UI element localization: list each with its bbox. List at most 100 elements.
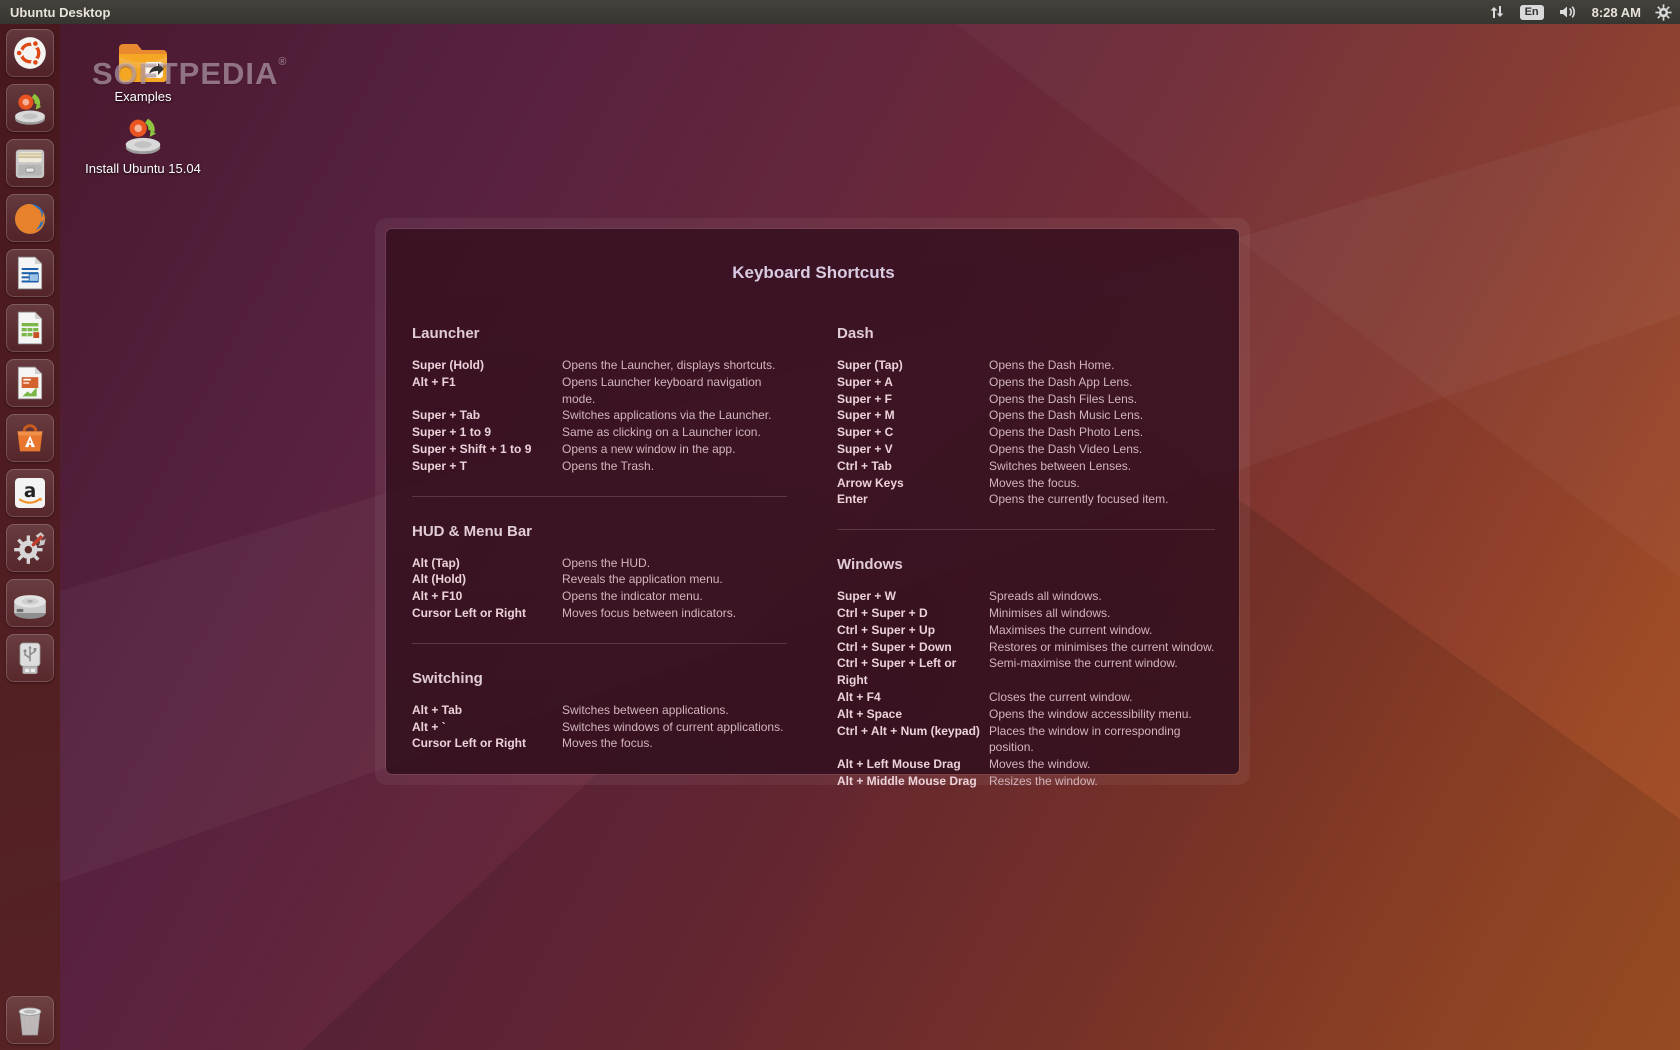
shortcut-key: Ctrl + Super + Down <box>837 639 989 656</box>
trash-icon <box>10 1000 50 1040</box>
shortcut-description: Switches between applications. <box>562 702 729 719</box>
launcher-item-libreoffice-impress[interactable] <box>6 359 54 407</box>
shortcut-description: Switches windows of current applications… <box>562 719 783 736</box>
shortcut-key: Super + T <box>412 458 562 475</box>
shortcut-description: Opens the window accessibility menu. <box>989 706 1192 723</box>
shortcut-key: Super + A <box>837 374 989 391</box>
shortcut-description: Moves the focus. <box>562 735 653 752</box>
shortcut-row: Super + MOpens the Dash Music Lens. <box>837 407 1215 424</box>
shortcut-description: Opens the Dash Home. <box>989 357 1114 374</box>
shortcut-row: Ctrl + Super + DMinimises all windows. <box>837 605 1215 622</box>
section-heading-launcher: Launcher <box>412 325 787 342</box>
harddisk-icon <box>10 583 50 623</box>
ubuntu-logo-icon <box>10 33 50 73</box>
launcher-item-usb-drive[interactable] <box>6 634 54 682</box>
shortcut-key: Super + W <box>837 588 989 605</box>
top-panel: Ubuntu Desktop En 8:28 AM <box>0 0 1680 24</box>
shortcut-key: Super + 1 to 9 <box>412 424 562 441</box>
launcher-item-libreoffice-writer[interactable] <box>6 249 54 297</box>
writer-icon <box>10 253 50 293</box>
shortcut-description: Opens the Launcher, displays shortcuts. <box>562 357 775 374</box>
installer-disk-icon <box>10 88 50 128</box>
shortcut-key: Alt + Tab <box>412 702 562 719</box>
shortcut-key: Super + Shift + 1 to 9 <box>412 441 562 458</box>
shortcut-row: Alt + F4Closes the current window. <box>837 689 1215 706</box>
network-arrows-icon[interactable] <box>1488 4 1506 20</box>
shortcut-key: Alt (Tap) <box>412 555 562 572</box>
shortcut-row: Cursor Left or RightMoves focus between … <box>412 605 787 622</box>
shortcut-key: Super + Tab <box>412 407 562 424</box>
desktop-icon-label: Install Ubuntu 15.04 <box>78 161 208 176</box>
section-divider <box>412 496 787 497</box>
keyboard-layout-indicator[interactable]: En <box>1520 5 1544 20</box>
shortcut-description: Semi-maximise the current window. <box>989 655 1178 689</box>
launcher-item-libreoffice-calc[interactable] <box>6 304 54 352</box>
session-gear-icon[interactable] <box>1655 4 1672 21</box>
launcher-item-dash-home[interactable] <box>6 29 54 77</box>
launcher-item-software-center[interactable] <box>6 414 54 462</box>
shortcut-row: Arrow KeysMoves the focus. <box>837 475 1215 492</box>
shortcut-description: Opens Launcher keyboard navigation mode. <box>562 374 787 408</box>
shortcut-row: EnterOpens the currently focused item. <box>837 491 1215 508</box>
desktop-icon-install-ubuntu[interactable]: Install Ubuntu 15.04 <box>78 112 208 176</box>
shortcut-key: Ctrl + Super + Left or Right <box>837 655 989 689</box>
shortcuts-column-left: Launcher Super (Hold)Opens the Launcher, … <box>412 325 787 790</box>
calc-icon <box>10 308 50 348</box>
desktop-icon-examples[interactable]: Examples <box>78 40 208 104</box>
launcher-item-hard-disk[interactable] <box>6 579 54 627</box>
shortcut-description: Switches applications via the Launcher. <box>562 407 771 424</box>
shortcut-description: Opens the Trash. <box>562 458 654 475</box>
shortcut-row: Alt + F10Opens the indicator menu. <box>412 588 787 605</box>
file-cabinet-icon <box>10 143 50 183</box>
shortcut-description: Maximises the current window. <box>989 622 1152 639</box>
shortcut-row: Alt + `Switches windows of current appli… <box>412 719 787 736</box>
keyboard-shortcuts-dialog: Keyboard Shortcuts LauncherSuper (Hold)O… <box>386 229 1239 774</box>
shortcut-row: Alt + Left Mouse DragMoves the window. <box>837 756 1215 773</box>
shortcut-key: Cursor Left or Right <box>412 735 562 752</box>
folder-link-icon <box>78 40 208 86</box>
shortcut-row: Super + COpens the Dash Photo Lens. <box>837 424 1215 441</box>
shortcut-key: Ctrl + Tab <box>837 458 989 475</box>
launcher-item-system-settings[interactable] <box>6 524 54 572</box>
launcher-item-trash[interactable] <box>6 996 54 1044</box>
shortcut-key: Alt (Hold) <box>412 571 562 588</box>
shortcut-row: Super (Tap)Opens the Dash Home. <box>837 357 1215 374</box>
svg-text:a: a <box>24 481 36 502</box>
settings-icon <box>10 528 50 568</box>
shortcut-row: Alt + TabSwitches between applications. <box>412 702 787 719</box>
volume-icon[interactable] <box>1558 4 1578 20</box>
shortcut-description: Opens the Dash Music Lens. <box>989 407 1143 424</box>
shortcut-key: Enter <box>837 491 989 508</box>
shortcut-description: Resizes the window. <box>989 773 1098 790</box>
shortcut-row: Super + WSpreads all windows. <box>837 588 1215 605</box>
shortcut-key: Super (Hold) <box>412 357 562 374</box>
shortcut-key: Alt + Left Mouse Drag <box>837 756 989 773</box>
shortcut-row: Super + VOpens the Dash Video Lens. <box>837 441 1215 458</box>
shortcut-key: Alt + F10 <box>412 588 562 605</box>
shortcut-description: Moves the window. <box>989 756 1090 773</box>
launcher-item-firefox[interactable] <box>6 194 54 242</box>
shortcut-key: Alt + F1 <box>412 374 562 408</box>
launcher-item-amazon[interactable]: a <box>6 469 54 517</box>
dialog-title: Keyboard Shortcuts <box>412 263 1215 283</box>
shortcut-row: Super + Shift + 1 to 9Opens a new window… <box>412 441 787 458</box>
shortcut-key: Super + C <box>837 424 989 441</box>
section-divider <box>837 529 1215 530</box>
shortcut-key: Alt + ` <box>412 719 562 736</box>
amazon-icon: a <box>10 473 50 513</box>
usb-icon <box>10 638 50 678</box>
shortcut-description: Closes the current window. <box>989 689 1132 706</box>
unity-launcher: a <box>0 24 60 1050</box>
shortcut-key: Super (Tap) <box>837 357 989 374</box>
shortcut-key: Ctrl + Super + Up <box>837 622 989 639</box>
shortcut-row: Ctrl + Super + UpMaximises the current w… <box>837 622 1215 639</box>
launcher-item-install-ubuntu[interactable] <box>6 84 54 132</box>
shortcut-row: Alt + SpaceOpens the window accessibilit… <box>837 706 1215 723</box>
shortcut-description: Places the window in corresponding posit… <box>989 723 1215 757</box>
launcher-item-files[interactable] <box>6 139 54 187</box>
clock[interactable]: 8:28 AM <box>1592 5 1641 20</box>
shortcut-row: Super + TabSwitches applications via the… <box>412 407 787 424</box>
shortcut-key: Super + M <box>837 407 989 424</box>
indicator-area: En 8:28 AM <box>1488 4 1672 21</box>
shortcut-description: Opens a new window in the app. <box>562 441 735 458</box>
